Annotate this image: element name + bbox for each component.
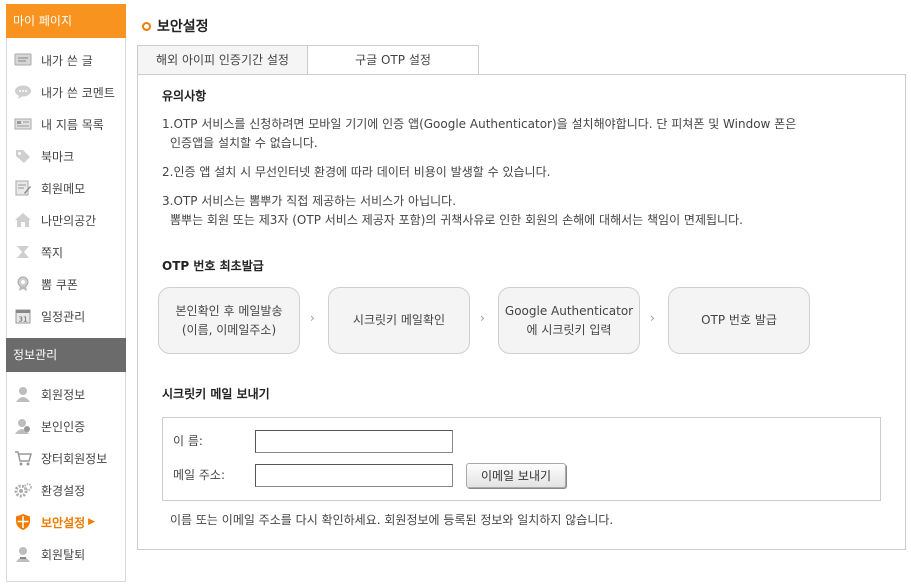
sidebar-item-label: 내가 쓴 글 [41,53,93,68]
notice-3-line-2: 뽐뿌는 회원 또는 제3자 (OTP 서비스 제공자 포함)의 귀책사유로 인한… [170,213,743,227]
speech-bubble-icon [13,82,33,102]
document-icon [13,50,33,70]
sidebar-item-label: 내 지름 목록 [41,117,104,132]
sidebar-item-my-space[interactable]: 나만의공간 [7,204,125,236]
footer-note: 이름 또는 이메일 주소를 다시 확인하세요. 회원정보에 등록된 정보와 일치… [170,513,614,527]
user-check-icon [13,416,33,436]
sidebar-item-coupon[interactable]: 뽐 쿠폰 [7,268,125,300]
name-input[interactable] [255,430,453,453]
step-check-secret-key-mail: 시크릿키 메일확인 [328,287,470,354]
sidebar-item-withdraw[interactable]: 회원탈퇴 [7,538,125,570]
sidebar-section-info-management[interactable]: 정보관리 [6,338,126,372]
step-verify-send-mail: 본인확인 후 메일발송 (이름, 이메일주소) [158,287,300,354]
form-title: 시크릿키 메일 보내기 [162,387,270,401]
gear-icon [13,480,33,500]
chevron-right-icon: › [310,311,315,325]
sidebar-item-label: 나만의공간 [41,213,97,228]
sidebar-section-my-page[interactable]: 마이 페이지 [6,4,126,38]
tab-overseas-ip-auth[interactable]: 해외 아이피 인증기간 설정 [137,45,308,75]
medal-icon [13,274,33,294]
notice-1-line-1: 1.OTP 서비스를 신청하려면 모바일 기기에 인증 앱(Google Aut… [162,117,797,131]
sidebar-item-label: 회원정보 [41,387,86,402]
list-icon [13,114,33,134]
step-line: 에 시크릿키 입력 [526,322,612,337]
step-line: 본인확인 후 메일발송 [175,303,283,318]
email-input[interactable] [255,464,453,487]
sidebar-item-label: 내가 쓴 코멘트 [41,85,115,100]
sidebar-item-member-info[interactable]: 회원정보 [7,378,125,410]
sidebar-item-label: 북마크 [41,149,75,164]
sidebar-item-preferences[interactable]: 환경설정 [7,474,125,506]
shield-icon [13,512,33,532]
sidebar-item-label: 본인인증 [41,419,86,434]
sidebar-item-label: 회원탈퇴 [41,547,86,562]
sidebar-list-info-management: 회원정보 본인인증 장터회원정보 환경설정 보안설정 ▶ 회원탈퇴 [7,372,125,576]
email-label: 메일 주소: [173,468,226,482]
sidebar-item-purchase-list[interactable]: 내 지름 목록 [7,108,125,140]
calendar-icon: 31 [13,306,33,326]
active-arrow-icon: ▶ [88,517,96,527]
sidebar-item-my-comments[interactable]: 내가 쓴 코멘트 [7,76,125,108]
sidebar-item-label: 장터회원정보 [41,451,108,466]
message-icon [13,242,33,262]
notice-3-line-1: 3.OTP 서비스는 뽐뿌가 직접 제공하는 서비스가 아닙니다. [162,194,457,208]
tag-icon [13,146,33,166]
page-title-text: 보안설정 [157,19,209,35]
sidebar-item-security-settings[interactable]: 보안설정 ▶ [7,506,125,538]
tab-bar: 해외 아이피 인증기간 설정 구글 OTP 설정 [137,45,479,75]
notice-2: 2.인증 앱 설치 시 무선인터넷 환경에 따라 데이터 비용이 발생할 수 있… [162,165,551,179]
chevron-right-icon: › [650,311,655,325]
cart-icon [13,448,33,468]
sidebar-item-label: 뽐 쿠폰 [41,277,78,292]
sidebar-item-label: 환경설정 [41,483,86,498]
sidebar-item-identity-verification[interactable]: 본인인증 [7,410,125,442]
step-issue-otp: OTP 번호 발급 [668,287,810,354]
page-title: 보안설정 [142,16,209,36]
notice-title: 유의사항 [162,89,207,103]
user-leave-icon [13,544,33,564]
calendar-icon-text: 31 [19,316,28,324]
secret-key-mail-form: 이 름: 메일 주소: 이메일 보내기 [162,417,881,501]
sidebar: 마이 페이지 내가 쓴 글 내가 쓴 코멘트 내 지름 목록 북마크 회원메모 … [6,4,126,582]
user-icon [13,384,33,404]
sidebar-item-member-memo[interactable]: 회원메모 [7,172,125,204]
steps-title: OTP 번호 최초발급 [162,259,264,273]
step-line: OTP 번호 발급 [701,313,777,327]
step-enter-secret-key: Google Authenticator 에 시크릿키 입력 [498,287,640,354]
notice-1-line-2: 인증앱을 설치할 수 없습니다. [170,136,318,150]
sidebar-item-label: 보안설정 [41,515,86,530]
notice-3: 3.OTP 서비스는 뽐뿌가 직접 제공하는 서비스가 아닙니다. 뽐뿌는 회원… [162,192,743,230]
sidebar-item-bookmark[interactable]: 북마크 [7,140,125,172]
notice-1: 1.OTP 서비스를 신청하려면 모바일 기기에 인증 앱(Google Aut… [162,115,796,153]
sidebar-item-label: 쪽지 [41,245,64,260]
sidebar-item-label: 회원메모 [41,181,86,196]
title-bullet-icon [142,21,151,31]
name-label: 이 름: [173,434,203,448]
sidebar-item-message[interactable]: 쪽지 [7,236,125,268]
send-email-button[interactable]: 이메일 보내기 [466,463,566,488]
otp-settings-panel: 유의사항 1.OTP 서비스를 신청하려면 모바일 기기에 인증 앱(Googl… [137,74,906,550]
sidebar-item-my-posts[interactable]: 내가 쓴 글 [7,44,125,76]
house-icon [13,210,33,230]
tab-google-otp[interactable]: 구글 OTP 설정 [307,45,479,75]
chevron-right-icon: › [480,311,485,325]
step-line: 시크릿키 메일확인 [352,313,446,327]
step-line: (이름, 이메일주소) [181,322,277,337]
step-line: Google Authenticator [504,303,634,318]
sidebar-item-schedule[interactable]: 31 일정관리 [7,300,125,332]
sidebar-item-label: 일정관리 [41,309,86,324]
memo-icon [13,178,33,198]
sidebar-item-market-member-info[interactable]: 장터회원정보 [7,442,125,474]
sidebar-list-my-page: 내가 쓴 글 내가 쓴 코멘트 내 지름 목록 북마크 회원메모 나만의공간 쪽… [7,38,125,338]
